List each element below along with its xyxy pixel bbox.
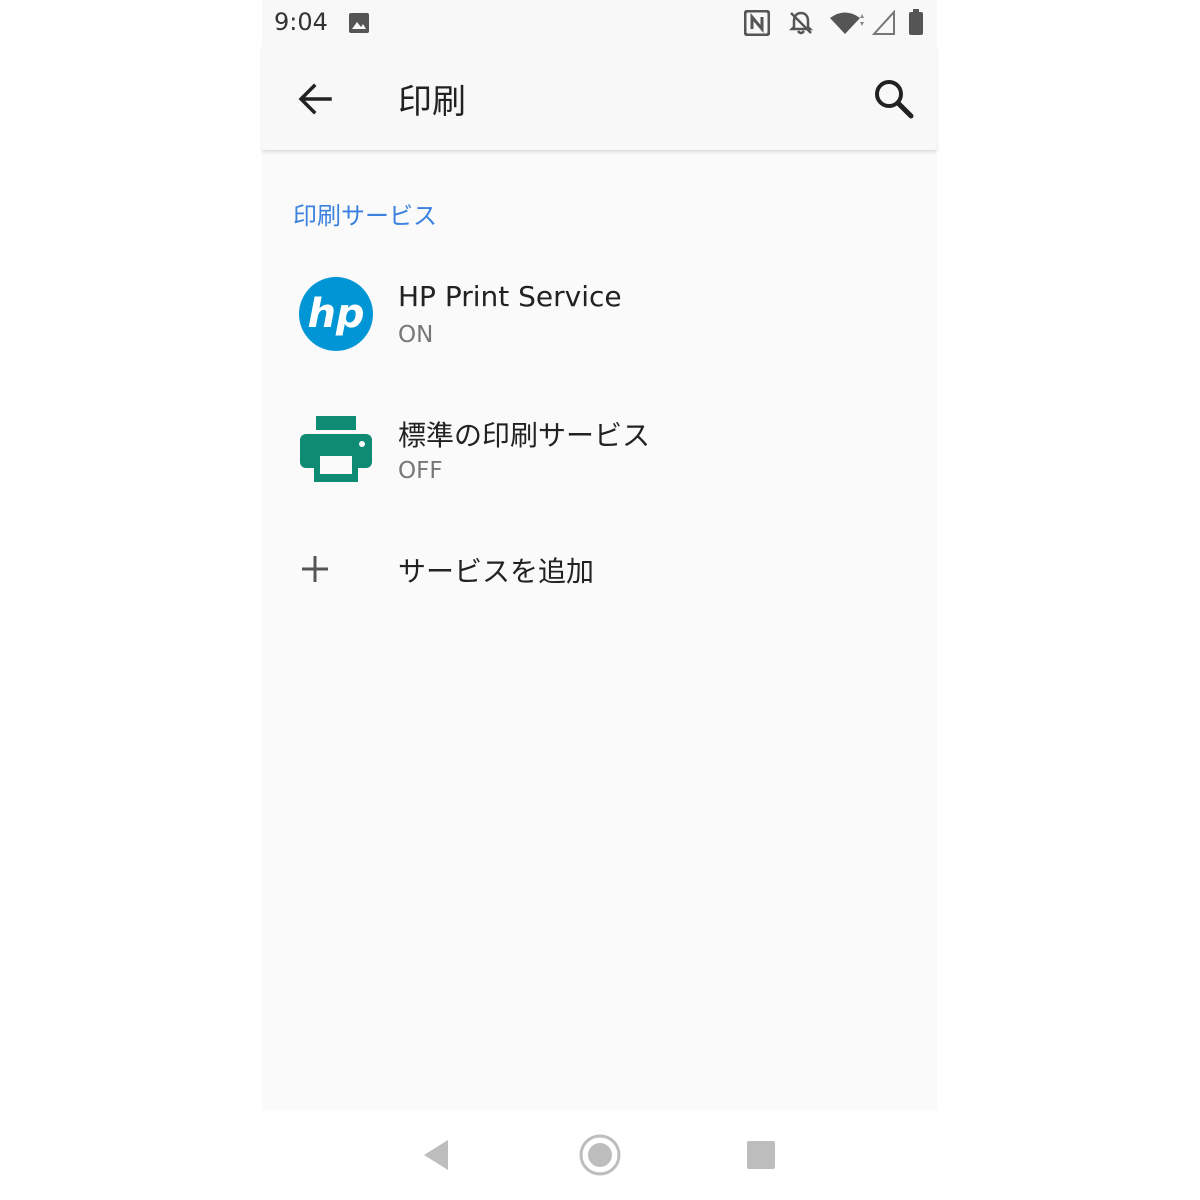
add-service-label: サービスを追加 (398, 555, 595, 588)
service-item-hp[interactable]: hp HP Print Service ON (262, 250, 937, 380)
recents-square-icon[interactable] (738, 1132, 784, 1178)
app-bar: 印刷 (262, 46, 937, 150)
service-status: OFF (398, 458, 443, 484)
section-header: 印刷サービス (293, 202, 437, 230)
service-name: 標準の印刷サービス (398, 419, 651, 452)
bell-off-icon (788, 11, 814, 35)
signal-icon (872, 10, 895, 35)
status-bar: 9:04 (262, 0, 937, 46)
printer-icon (300, 416, 372, 482)
service-name: HP Print Service (398, 280, 622, 313)
plus-icon (302, 556, 328, 582)
navigation-bar (262, 1110, 937, 1200)
home-circle-icon[interactable] (577, 1132, 623, 1178)
search-icon[interactable] (871, 76, 917, 122)
wifi-icon (830, 12, 864, 34)
service-item-default[interactable]: 標準の印刷サービス OFF (262, 386, 937, 516)
hp-logo-icon: hp (299, 277, 373, 351)
status-time: 9:04 (274, 8, 328, 36)
svg-text:hp: hp (307, 291, 364, 337)
arrow-left-icon[interactable] (292, 76, 338, 122)
nfc-icon (744, 10, 770, 36)
phone-screen: 9:04 印刷 印刷サービス hp HP Print Service ON 標準… (262, 0, 937, 1200)
back-triangle-icon[interactable] (414, 1132, 460, 1178)
settings-content: 印刷サービス hp HP Print Service ON 標準の印刷サービス … (262, 150, 937, 1110)
add-service-button[interactable]: サービスを追加 (262, 522, 937, 622)
image-icon (349, 13, 369, 33)
battery-icon (909, 9, 923, 35)
page-title: 印刷 (398, 82, 466, 122)
service-status: ON (398, 322, 434, 348)
